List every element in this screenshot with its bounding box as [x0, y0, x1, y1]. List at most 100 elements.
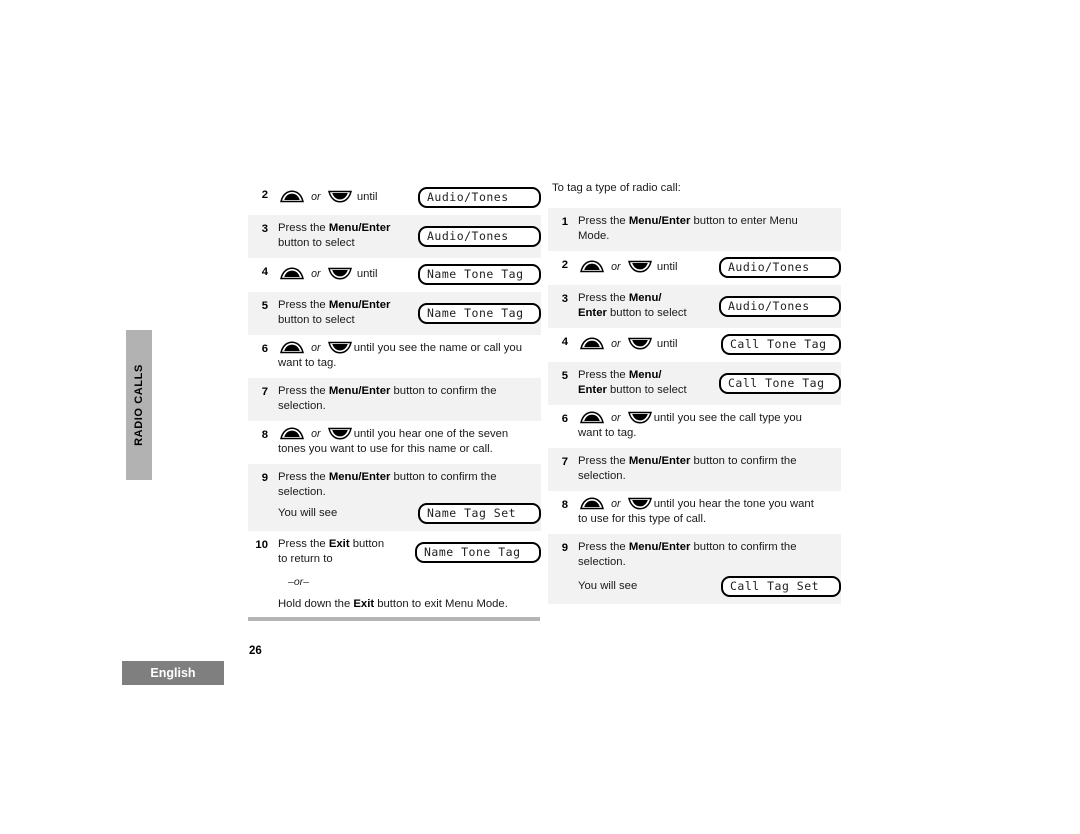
- up-arrow-button-icon: [279, 427, 305, 440]
- step-row: 5 Press the Menu/Enter button to select …: [248, 292, 541, 335]
- lcd-display: Call Tone Tag: [719, 372, 841, 394]
- down-arrow-button-icon: [627, 337, 653, 350]
- step-text-bold: Menu/Enter: [628, 541, 691, 554]
- step-row: 5 Press the Menu/ Enter button to select…: [548, 362, 841, 406]
- step-number: 4: [561, 336, 568, 349]
- step-text: until: [356, 268, 378, 280]
- step-text: want to tag.: [278, 357, 337, 369]
- step-number: 6: [261, 343, 268, 355]
- step-text-bold: Menu/Enter: [328, 222, 391, 234]
- step-row: 7 Press the Menu/Enter button to confirm…: [548, 448, 841, 492]
- step-text: button to enter Menu: [690, 215, 798, 228]
- step-text: selection.: [278, 486, 326, 498]
- sidebar-section-label: RADIO CALLS: [133, 364, 145, 446]
- step-row: 6 or until you see the name or call you …: [248, 335, 541, 378]
- step-text: Press the: [578, 369, 629, 382]
- or-label: or: [311, 342, 321, 354]
- or-label: or: [611, 261, 621, 274]
- sidebar-section-tab: RADIO CALLS: [126, 330, 152, 480]
- step-text-bold: Menu/: [628, 292, 662, 305]
- step-number: 7: [561, 456, 568, 469]
- lcd-display: Audio/Tones: [418, 225, 541, 247]
- step-text: button to select: [278, 237, 355, 249]
- step-text: until you see the name or call you: [353, 342, 522, 354]
- step-row: 6 or until you see the call type you wan…: [548, 405, 841, 449]
- step-number: 6: [561, 413, 568, 426]
- step-text: Press the: [578, 455, 629, 468]
- step-text: button to confirm the: [690, 455, 797, 468]
- step-number: 5: [261, 300, 268, 312]
- step-text: button: [349, 538, 385, 550]
- step-text: Hold down the: [278, 598, 354, 610]
- step-number: 9: [261, 472, 268, 484]
- step-text: selection.: [578, 470, 626, 483]
- or-separator: –or–: [288, 576, 310, 588]
- step-text: until you see the call type you: [653, 412, 802, 425]
- page-number: 26: [249, 645, 262, 657]
- step-text: button to exit Menu Mode.: [374, 598, 508, 610]
- step-number: 5: [561, 370, 568, 383]
- down-arrow-button-icon: [627, 260, 653, 273]
- down-arrow-button-icon: [327, 190, 353, 203]
- step-text-bold: Menu/: [628, 369, 662, 382]
- lcd-display: Name Tone Tag: [418, 302, 541, 324]
- lcd-display: Audio/Tones: [719, 257, 841, 279]
- step-text: until: [656, 261, 678, 274]
- step-text: Press the: [278, 299, 329, 311]
- step-number: 4: [261, 266, 268, 278]
- down-arrow-button-icon: [327, 341, 353, 354]
- step-row: 9 Press the Menu/Enter button to confirm…: [248, 464, 541, 531]
- step-number: 2: [561, 259, 568, 272]
- step-text: Press the: [278, 222, 329, 234]
- step-text: Press the: [578, 292, 629, 305]
- step-text: selection.: [278, 400, 326, 412]
- step-text: until you hear one of the seven: [353, 428, 509, 440]
- step-text: Press the: [578, 541, 629, 554]
- or-label: or: [311, 428, 321, 440]
- step-row: 4 or until Name Tone Tag: [248, 258, 541, 292]
- up-arrow-button-icon: [579, 260, 605, 273]
- step-row: 4 or until Call Tone Tag: [548, 328, 841, 363]
- lcd-display: Name Tag Set: [418, 503, 541, 524]
- step-row: 2 or until Audio/Tones: [248, 181, 541, 215]
- or-label: or: [311, 268, 321, 280]
- lcd-display: Name Tone Tag: [418, 264, 541, 285]
- step-text: to use for this type of call.: [578, 513, 707, 526]
- step-text-bold: Exit: [353, 598, 375, 610]
- down-arrow-button-icon: [327, 267, 353, 280]
- step-row: 10 Press the Exit button to return to Na…: [248, 531, 541, 619]
- step-text: Press the: [278, 471, 329, 483]
- step-number: 1: [561, 216, 568, 229]
- or-label: or: [611, 498, 621, 511]
- step-text-bold: Menu/Enter: [328, 299, 391, 311]
- step-text: button to confirm the: [690, 541, 797, 554]
- step-number: 8: [561, 499, 568, 512]
- step-number: 2: [261, 189, 268, 201]
- up-arrow-button-icon: [579, 411, 605, 424]
- up-arrow-button-icon: [279, 341, 305, 354]
- step-text: Mode.: [578, 230, 610, 243]
- step-text: selection.: [578, 556, 626, 569]
- lcd-display: Call Tag Set: [721, 576, 841, 598]
- down-arrow-button-icon: [627, 497, 653, 510]
- lcd-display: Call Tone Tag: [721, 334, 841, 356]
- step-text-bold: Menu/Enter: [328, 471, 391, 483]
- step-text: Press the: [578, 215, 629, 228]
- down-arrow-button-icon: [627, 411, 653, 424]
- up-arrow-button-icon: [579, 497, 605, 510]
- step-text: You will see: [578, 580, 638, 593]
- up-arrow-button-icon: [579, 337, 605, 350]
- step-text: until: [656, 338, 678, 351]
- step-row: 8 or until you hear the tone you want to…: [548, 491, 841, 535]
- or-label: or: [611, 338, 621, 351]
- step-text: Press the: [278, 385, 329, 397]
- step-text: button to select: [278, 314, 355, 326]
- step-text: until: [356, 191, 378, 203]
- step-text: button to select: [606, 384, 687, 397]
- step-text-bold: Menu/Enter: [628, 215, 691, 228]
- step-text: button to confirm the: [390, 471, 497, 483]
- lcd-display: Name Tone Tag: [415, 541, 541, 563]
- step-text: button to select: [606, 307, 687, 320]
- column-divider-rule: [248, 617, 540, 621]
- step-text-bold: Menu/Enter: [628, 455, 691, 468]
